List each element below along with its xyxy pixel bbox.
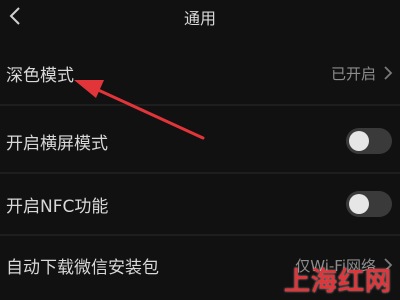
page-title: 通用 [183,9,216,28]
nfc-row: 开启NFC功能 [0,175,400,233]
dark-mode-row[interactable]: 深色模式 已开启 [0,44,400,102]
toggle-knob [349,194,369,214]
divider [0,172,400,174]
nfc-toggle[interactable] [346,191,392,217]
dark-mode-label: 深色模式 [6,65,74,86]
divider [0,104,400,106]
back-button[interactable] [4,4,26,28]
dark-mode-value: 已开启 [330,64,376,83]
landscape-mode-label: 开启横屏模式 [6,133,108,154]
auto-download-label: 自动下载微信安装包 [6,257,159,278]
watermark-logo: 上海红网 [283,267,392,297]
nav-header: 通用 [0,0,400,34]
nfc-label: 开启NFC功能 [6,196,109,217]
chevron-right-icon [382,63,394,83]
landscape-mode-toggle[interactable] [346,128,392,154]
landscape-mode-row: 开启横屏模式 [0,112,400,170]
chevron-left-icon [9,7,20,25]
toggle-knob [349,131,369,151]
